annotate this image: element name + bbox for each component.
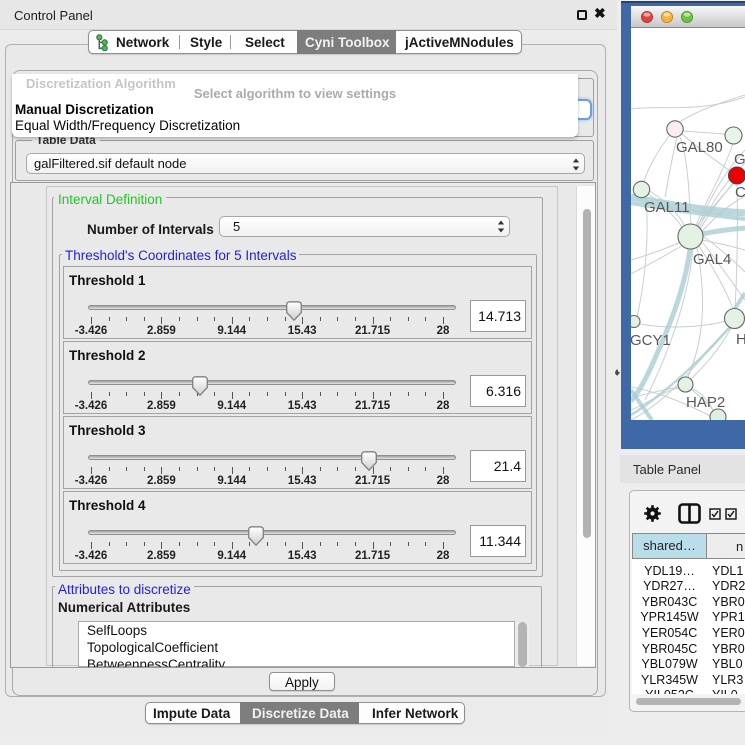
svg-text:GAL80: GAL80 bbox=[676, 139, 723, 156]
svg-text:HAP2: HAP2 bbox=[686, 394, 725, 411]
svg-text:GCY1: GCY1 bbox=[631, 332, 671, 349]
svg-text:H: H bbox=[736, 331, 745, 348]
svg-text:GAL4: GAL4 bbox=[693, 251, 731, 268]
svg-text:GA: GA bbox=[734, 151, 745, 168]
svg-text:GAL11: GAL11 bbox=[644, 199, 690, 216]
svg-text:CA: CA bbox=[735, 184, 745, 201]
